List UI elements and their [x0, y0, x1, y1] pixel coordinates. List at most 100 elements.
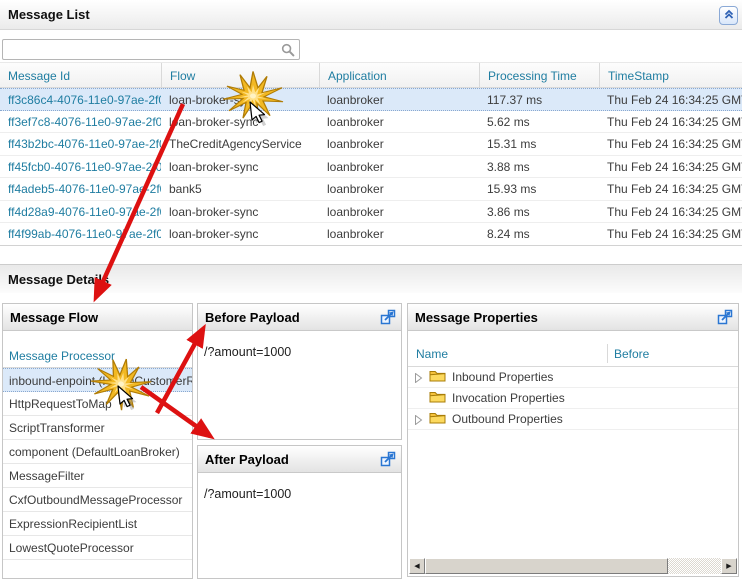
- column-header-before[interactable]: Before: [614, 347, 649, 361]
- table-row[interactable]: ff43b2bc-4076-11e0-97ae-2f00 TheCreditAg…: [0, 133, 742, 156]
- message-id-link[interactable]: ff4f99ab-4076-11e0-97ae-2f00:: [0, 223, 161, 245]
- message-browser-page: Message List Message Id Flow Application…: [0, 0, 742, 579]
- after-payload-panel-header: After Payload: [198, 446, 401, 473]
- application-cell: loanbroker: [319, 111, 479, 133]
- folder-icon: [429, 369, 446, 385]
- scroll-left-button[interactable]: [409, 558, 425, 574]
- before-payload-panel-header: Before Payload: [198, 304, 401, 331]
- message-flow-item[interactable]: ExpressionRecipientList: [3, 512, 192, 536]
- popout-icon[interactable]: [380, 309, 396, 325]
- processing-time-cell: 5.62 ms: [479, 111, 599, 133]
- column-header-message-id[interactable]: Message Id: [0, 63, 161, 87]
- table-row[interactable]: ff4d28a9-4076-11e0-97ae-2f00 loan-broker…: [0, 201, 742, 224]
- table-row[interactable]: ff4adeb5-4076-11e0-97ae-2f00 bank5 loanb…: [0, 178, 742, 201]
- flow-cell: loan-broker-sync: [161, 201, 319, 223]
- column-header-message-processor[interactable]: Message Processor: [3, 344, 192, 368]
- application-cell: loanbroker: [319, 133, 479, 155]
- popout-icon[interactable]: [380, 451, 396, 467]
- tree-row-label: Outbound Properties: [452, 412, 563, 426]
- spacer: [3, 331, 192, 344]
- table-row[interactable]: ff4f99ab-4076-11e0-97ae-2f00: loan-broke…: [0, 223, 742, 246]
- table-bottom-border: [0, 245, 742, 246]
- column-header-flow[interactable]: Flow: [161, 63, 319, 87]
- column-header-processing-time[interactable]: Processing Time: [479, 63, 599, 87]
- column-header-application[interactable]: Application: [319, 63, 479, 87]
- column-header-timestamp[interactable]: TimeStamp: [599, 63, 742, 87]
- table-row[interactable]: ff3ef7c8-4076-11e0-97ae-2f00: loan-broke…: [0, 111, 742, 134]
- message-flow-item[interactable]: LowestQuoteProcessor: [3, 536, 192, 560]
- message-list-rows: ff3c86c4-4076-11e0-97ae-2f00 loan-broker…: [0, 88, 742, 246]
- timestamp-cell: Thu Feb 24 16:34:25 GMT-8: [599, 111, 742, 133]
- timestamp-cell: Thu Feb 24 16:34:25 GMT-8: [599, 89, 742, 110]
- folder-icon: [429, 411, 446, 427]
- application-cell: loanbroker: [319, 201, 479, 223]
- table-row[interactable]: ff45fcb0-4076-11e0-97ae-2f00: loan-broke…: [0, 156, 742, 179]
- message-flow-item[interactable]: component (DefaultLoanBroker): [3, 440, 192, 464]
- search-box: [2, 39, 300, 60]
- message-id-link[interactable]: ff45fcb0-4076-11e0-97ae-2f00:: [0, 156, 161, 178]
- after-payload-title: After Payload: [205, 452, 289, 467]
- message-flow-item[interactable]: MessageFilter: [3, 464, 192, 488]
- timestamp-cell: Thu Feb 24 16:34:25 GMT-8: [599, 178, 742, 200]
- application-cell: loanbroker: [319, 89, 479, 110]
- message-id-link[interactable]: ff4d28a9-4076-11e0-97ae-2f00: [0, 201, 161, 223]
- folder-icon: [429, 390, 446, 406]
- before-payload-panel: Before Payload /?amount=1000: [197, 303, 402, 440]
- column-header-name[interactable]: Name: [416, 347, 448, 361]
- collapse-panel-button[interactable]: [719, 6, 738, 25]
- processing-time-cell: 3.86 ms: [479, 201, 599, 223]
- message-flow-item[interactable]: HttpRequestToMap: [3, 392, 192, 416]
- horizontal-scrollbar[interactable]: [409, 558, 737, 574]
- message-flow-item[interactable]: CxfOutboundMessageProcessor: [3, 488, 192, 512]
- message-flow-item[interactable]: ScriptTransformer: [3, 416, 192, 440]
- processing-time-cell: 15.31 ms: [479, 133, 599, 155]
- message-properties-panel: Message Properties Name Before: [407, 303, 739, 577]
- message-id-link[interactable]: ff3c86c4-4076-11e0-97ae-2f00: [0, 89, 161, 110]
- message-flow-panel-header: Message Flow: [3, 304, 192, 331]
- message-list-titlebar: Message List: [0, 0, 742, 30]
- flow-cell: loan-broker-sync: [161, 111, 319, 133]
- tree-row-invocation-properties[interactable]: Invocation Properties: [408, 388, 738, 409]
- timestamp-cell: Thu Feb 24 16:34:25 GMT-8: [599, 133, 742, 155]
- message-properties-title: Message Properties: [415, 310, 538, 325]
- processing-time-cell: 117.37 ms: [479, 89, 599, 110]
- flow-cell: TheCreditAgencyService: [161, 133, 319, 155]
- message-flow-item-inbound-endpoint[interactable]: inbound-enpoint (HttpInCustomerReq: [3, 368, 192, 392]
- timestamp-cell: Thu Feb 24 16:34:25 GMT-8: [599, 201, 742, 223]
- message-id-link[interactable]: ff4adeb5-4076-11e0-97ae-2f00: [0, 178, 161, 200]
- timestamp-cell: Thu Feb 24 16:34:25 GMT-8: [599, 156, 742, 178]
- flow-cell: bank5: [161, 178, 319, 200]
- message-properties-panel-header: Message Properties: [408, 304, 738, 331]
- message-list-title: Message List: [8, 7, 90, 22]
- message-flow-panel-title: Message Flow: [10, 310, 98, 325]
- tree-row-label: Inbound Properties: [452, 370, 553, 384]
- popout-icon[interactable]: [717, 309, 733, 325]
- tree-row-label: Invocation Properties: [452, 391, 565, 405]
- timestamp-cell: Thu Feb 24 16:34:25 GMT-8: [599, 223, 742, 245]
- processing-time-cell: 3.88 ms: [479, 156, 599, 178]
- table-row-selected[interactable]: ff3c86c4-4076-11e0-97ae-2f00 loan-broker…: [0, 88, 742, 111]
- expander-triangle-icon[interactable]: [414, 372, 426, 382]
- tree-row-outbound-properties[interactable]: Outbound Properties: [408, 409, 738, 430]
- double-chevron-up-icon: [723, 8, 735, 23]
- spacer: [408, 331, 738, 341]
- properties-header-row: Name Before: [408, 341, 738, 367]
- message-flow-panel: Message Flow Message Processor inbound-e…: [2, 303, 193, 579]
- message-details-titlebar: Message Details: [0, 264, 742, 293]
- flow-cell: loan-broker-sync: [161, 156, 319, 178]
- message-details-title: Message Details: [8, 272, 109, 287]
- scroll-right-button[interactable]: [721, 558, 737, 574]
- scrollbar-thumb[interactable]: [425, 558, 668, 574]
- tree-row-inbound-properties[interactable]: Inbound Properties: [408, 367, 738, 388]
- application-cell: loanbroker: [319, 178, 479, 200]
- message-list-header-row: Message Id Flow Application Processing T…: [0, 62, 742, 88]
- message-id-link[interactable]: ff43b2bc-4076-11e0-97ae-2f00: [0, 133, 161, 155]
- before-payload-title: Before Payload: [205, 310, 300, 325]
- message-id-link[interactable]: ff3ef7c8-4076-11e0-97ae-2f00:: [0, 111, 161, 133]
- search-input[interactable]: [3, 40, 299, 59]
- expander-triangle-icon[interactable]: [414, 414, 426, 424]
- flow-cell: loan-broker-sync: [161, 89, 319, 110]
- after-payload-content: /?amount=1000: [198, 473, 401, 515]
- flow-cell: loan-broker-sync: [161, 223, 319, 245]
- processing-time-cell: 15.93 ms: [479, 178, 599, 200]
